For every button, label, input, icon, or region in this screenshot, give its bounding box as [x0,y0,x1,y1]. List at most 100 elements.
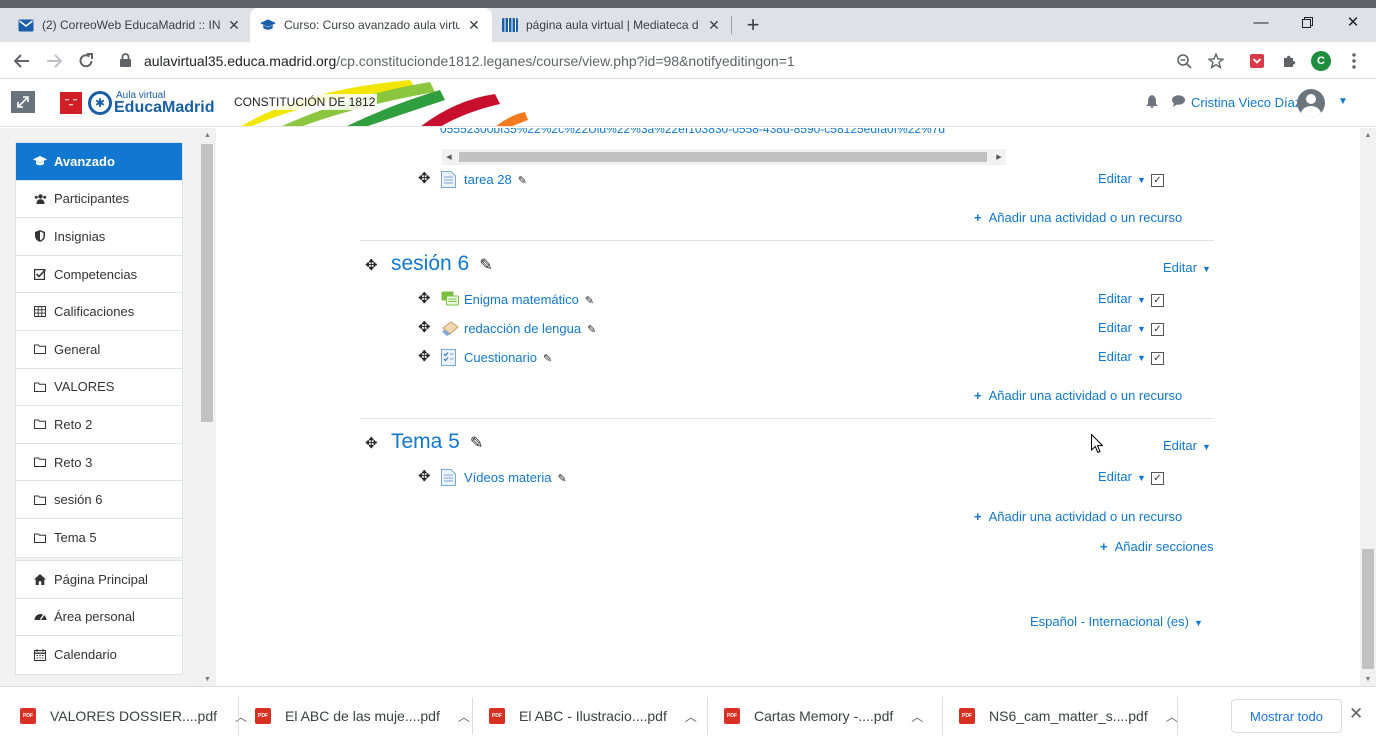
nav-item-calificaciones[interactable]: Calificaciones [16,293,182,331]
nav-item-participantes[interactable]: Participantes [16,181,182,219]
pencil-icon[interactable]: ✎ [587,324,596,336]
nav-item-valores[interactable]: VALORES [16,369,182,407]
completion-checkbox[interactable]: ✓ [1151,323,1164,336]
tab-correoweb[interactable]: (2) CorreoWeb EducaMadrid :: IN ✕ [8,8,252,42]
nav-item-competencias[interactable]: Competencias [16,256,182,294]
tab-close-icon[interactable]: ✕ [226,17,242,33]
move-icon[interactable]: ✥ [365,258,378,273]
nav-item-sesion-6[interactable]: sesión 6 [16,481,182,519]
notifications-bell-icon[interactable] [1146,95,1158,111]
zoom-button[interactable] [1173,50,1195,72]
download-item[interactable]: PDF VALORES DOSSIER....pdf ︿ [20,687,247,745]
scroll-up-arrow-icon[interactable]: ▲ [1360,128,1376,142]
pencil-icon[interactable]: ✎ [543,353,552,365]
activity-link[interactable]: Enigma matemático ✎ [464,292,594,307]
edit-menu-button[interactable]: Editar ▼ [1098,469,1146,484]
restore-button[interactable] [1292,12,1322,32]
completion-checkbox[interactable]: ✓ [1151,174,1164,187]
download-item[interactable]: PDF El ABC - Ilustracio....pdf ︿ [489,687,697,745]
profile-button[interactable]: C [1310,50,1332,72]
browser-menu-button[interactable] [1343,50,1365,72]
move-icon[interactable]: ✥ [418,291,431,306]
pencil-icon[interactable]: ✎ [585,295,594,307]
scroll-down-arrow-icon[interactable]: ▼ [199,672,216,686]
embedded-url-text[interactable]: 05552300bf35%22%2c%22Uid%22%3a%22ef10383… [440,128,945,136]
chevron-up-icon[interactable]: ︿ [911,708,923,725]
section-edit-menu-button[interactable]: Editar ▼ [1163,438,1211,453]
pencil-icon[interactable]: ✎ [518,175,527,187]
move-icon[interactable]: ✥ [418,469,431,484]
reload-button[interactable] [75,50,97,72]
move-icon[interactable]: ✥ [418,349,431,364]
drawer-toggle-button[interactable] [11,91,35,113]
site-name[interactable]: CONSTITUCIÓN DE 1812 [232,94,378,110]
forward-button[interactable] [43,50,65,72]
tab-curso-avanzado[interactable]: Curso: Curso avanzado aula virtu ✕ [250,8,492,42]
back-button[interactable] [11,50,33,72]
move-icon[interactable]: ✥ [418,320,431,335]
activity-link[interactable]: tarea 28 ✎ [464,172,527,187]
edit-menu-button[interactable]: Editar ▼ [1098,320,1146,335]
add-sections-link[interactable]: + Añadir secciones [1100,539,1214,554]
activity-link[interactable]: Cuestionario ✎ [464,350,552,365]
download-item[interactable]: PDF Cartas Memory -....pdf ︿ [724,687,923,745]
logo-title[interactable]: EducaMadrid [114,99,214,117]
close-window-button[interactable]: ✕ [1338,12,1368,32]
nav-item-pagina-principal[interactable]: Página Principal [16,561,182,599]
address-bar[interactable]: aulavirtual35.educa.madrid.org/cp.consti… [110,46,1230,76]
new-tab-button[interactable]: + [741,12,765,37]
pencil-icon[interactable]: ✎ [479,257,492,274]
nav-item-reto-2[interactable]: Reto 2 [16,406,182,444]
pencil-icon[interactable]: ✎ [557,473,566,485]
pencil-icon[interactable]: ✎ [470,435,483,452]
move-icon[interactable]: ✥ [418,171,431,186]
user-avatar[interactable] [1297,89,1325,117]
tab-close-icon[interactable]: ✕ [466,17,482,33]
scroll-right-arrow-icon[interactable]: ▶ [992,149,1006,165]
user-menu-caret-icon[interactable]: ▼ [1338,96,1348,107]
completion-checkbox[interactable]: ✓ [1151,352,1164,365]
embed-horizontal-scrollbar[interactable]: ◀ ▶ [442,149,1006,165]
activity-link[interactable]: redacción de lengua ✎ [464,321,596,336]
nav-item-reto-3[interactable]: Reto 3 [16,444,182,482]
download-item[interactable]: PDF El ABC de las muje....pdf ︿ [255,687,470,745]
nav-item-area-personal[interactable]: Área personal [16,599,182,637]
completion-checkbox[interactable]: ✓ [1151,472,1164,485]
chevron-up-icon[interactable]: ︿ [1166,708,1178,725]
add-activity-link[interactable]: + Añadir una actividad o un recurso [974,509,1182,524]
edit-menu-button[interactable]: Editar ▼ [1098,171,1146,186]
extension-button[interactable] [1246,50,1268,72]
extensions-button[interactable] [1278,50,1300,72]
nav-item-insignias[interactable]: Insignias [16,218,182,256]
chevron-up-icon[interactable]: ︿ [685,708,697,725]
language-selector[interactable]: Español - Internacional (es) ▼ [1030,614,1203,629]
messages-chat-icon[interactable] [1172,95,1185,110]
nav-item-calendario[interactable]: Calendario [16,636,182,674]
drawer-scrollbar[interactable]: ▲ ▼ [199,128,216,686]
chevron-up-icon[interactable]: ︿ [235,708,247,725]
edit-menu-button[interactable]: Editar ▼ [1098,291,1146,306]
completion-checkbox[interactable]: ✓ [1151,294,1164,307]
nav-item-tema-5[interactable]: Tema 5 [16,519,182,557]
show-all-downloads-button[interactable]: Mostrar todo [1231,699,1342,733]
download-item[interactable]: PDF NS6_cam_matter_s....pdf ︿ [959,687,1178,745]
edit-menu-button[interactable]: Editar ▼ [1098,349,1146,364]
bookmark-button[interactable] [1205,50,1227,72]
scroll-up-arrow-icon[interactable]: ▲ [199,128,216,142]
tab-mediateca[interactable]: página aula virtual | Mediateca d ✕ [492,8,732,42]
close-downloads-bar-icon[interactable]: ✕ [1349,704,1363,724]
section-title[interactable]: sesión 6 ✎ [391,252,493,276]
tab-close-icon[interactable]: ✕ [706,17,722,33]
section-edit-menu-button[interactable]: Editar ▼ [1163,260,1211,275]
scrollbar-thumb[interactable] [201,144,213,422]
user-name[interactable]: Cristina Vieco Díaz [1191,95,1301,110]
nav-item-general[interactable]: General [16,331,182,369]
add-activity-link[interactable]: + Añadir una actividad o un recurso [974,210,1182,225]
minimize-button[interactable]: — [1246,12,1276,32]
add-activity-link[interactable]: + Añadir una actividad o un recurso [974,388,1182,403]
nav-item-avanzado[interactable]: Avanzado [16,143,182,181]
move-icon[interactable]: ✥ [365,436,378,451]
scroll-left-arrow-icon[interactable]: ◀ [442,149,456,165]
page-scrollbar[interactable]: ▲ ▼ [1360,128,1376,686]
activity-link[interactable]: Vídeos materia ✎ [464,470,567,485]
